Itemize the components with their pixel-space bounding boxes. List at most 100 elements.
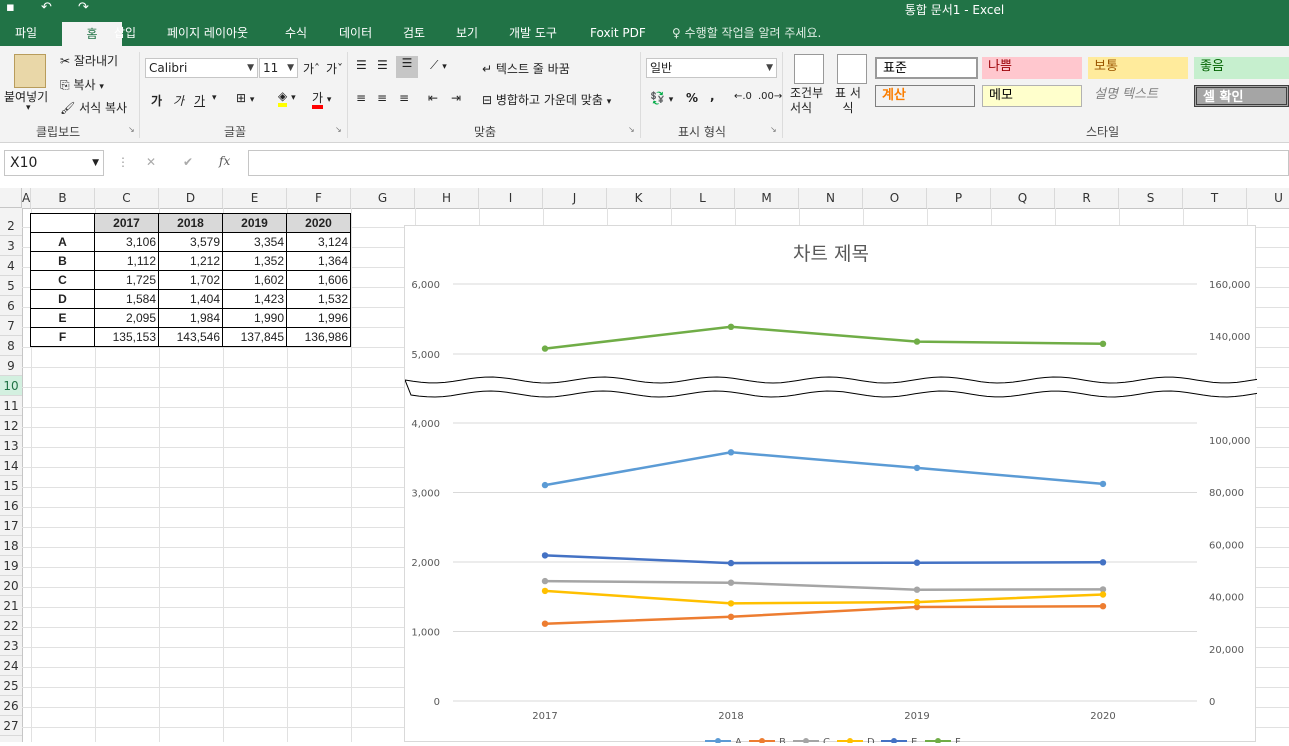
data-point-f[interactable]	[541, 345, 549, 352]
row-header-17[interactable]: 17	[0, 516, 22, 536]
row-header-23[interactable]: 23	[0, 636, 22, 656]
cancel-icon[interactable]: ✕	[146, 155, 156, 169]
series-line-b[interactable]	[544, 604, 1104, 625]
name-box[interactable]: X10 ▼	[4, 150, 104, 176]
data-point-e[interactable]	[541, 552, 549, 559]
merge-center-button[interactable]: ⊟ 병합하고 가운데 맞춤 ▾	[482, 91, 611, 108]
column-header-n[interactable]: N	[799, 188, 863, 208]
table-cell[interactable]: 1,702	[158, 270, 223, 290]
column-header-q[interactable]: Q	[991, 188, 1055, 208]
align-left-icon[interactable]: ≡	[356, 91, 366, 105]
table-row-label[interactable]: B	[30, 251, 95, 271]
select-all-corner[interactable]	[0, 188, 22, 208]
align-top-icon[interactable]: ☰	[356, 58, 367, 72]
column-header-g[interactable]: G	[351, 188, 415, 208]
row-header-11[interactable]: 11	[0, 396, 22, 416]
data-point-a[interactable]	[913, 464, 921, 472]
data-point-b[interactable]	[727, 613, 735, 620]
data-point-e[interactable]	[727, 559, 735, 567]
table-cell[interactable]: 137,845	[222, 327, 287, 347]
column-header-t[interactable]: T	[1183, 188, 1247, 208]
row-header-7[interactable]: 7	[0, 316, 22, 336]
row-header-5[interactable]: 5	[0, 276, 22, 296]
table-cell[interactable]: 3,124	[286, 232, 351, 252]
style-calculation[interactable]: 계산	[875, 85, 975, 107]
style-explanatory[interactable]: 설명 텍스트	[1088, 85, 1188, 107]
column-header-o[interactable]: O	[863, 188, 927, 208]
number-launcher-icon[interactable]: ↘	[770, 125, 777, 134]
column-header-d[interactable]: D	[159, 188, 223, 208]
save-icon[interactable]: ▪	[6, 0, 15, 15]
row-header-14[interactable]: 14	[0, 456, 22, 476]
italic-button[interactable]: 가	[173, 92, 184, 109]
row-header-19[interactable]: 19	[0, 556, 22, 576]
table-corner-cell[interactable]	[30, 213, 95, 233]
table-cell[interactable]: 2,095	[94, 308, 159, 328]
accounting-icon[interactable]: 💱 ▾	[650, 91, 673, 105]
column-header-c[interactable]: C	[95, 188, 159, 208]
column-header-p[interactable]: P	[927, 188, 991, 208]
font-size-combo[interactable]: 11 ▼	[259, 58, 298, 78]
table-cell[interactable]: 1,990	[222, 308, 287, 328]
underline-button[interactable]: 가	[194, 92, 205, 109]
table-cell[interactable]: 1,112	[94, 251, 159, 271]
font-name-combo[interactable]: Calibri ▼	[145, 58, 258, 78]
bold-button[interactable]: 가	[151, 92, 162, 109]
tab-file[interactable]: 파일	[6, 20, 46, 46]
format-as-table-icon[interactable]	[837, 54, 867, 84]
table-cell[interactable]: 1,404	[158, 289, 223, 309]
tab-formulas[interactable]: 수식	[276, 20, 316, 46]
column-header-u[interactable]: U	[1247, 188, 1289, 208]
row-header-24[interactable]: 24	[0, 656, 22, 676]
table-header-cell[interactable]: 2017	[94, 213, 159, 233]
grow-font-icon[interactable]: 가ˆ	[303, 60, 320, 77]
tab-data[interactable]: 데이터	[330, 20, 381, 46]
column-header-h[interactable]: H	[415, 188, 479, 208]
row-header-13[interactable]: 13	[0, 436, 22, 456]
legend-label-b[interactable]: B	[779, 737, 786, 746]
row-header-25[interactable]: 25	[0, 676, 22, 696]
legend-label-a[interactable]: A	[735, 737, 742, 746]
style-check-cell[interactable]: 셀 확인	[1194, 85, 1289, 107]
row-header-22[interactable]: 22	[0, 616, 22, 636]
series-line-c[interactable]	[544, 579, 1104, 591]
series-line-f[interactable]	[544, 325, 1104, 350]
column-header-b[interactable]: B	[31, 188, 95, 208]
data-point-a[interactable]	[727, 449, 735, 456]
column-header-l[interactable]: L	[671, 188, 735, 208]
column-header-i[interactable]: I	[479, 188, 543, 208]
table-cell[interactable]: 3,106	[94, 232, 159, 252]
decrease-decimal-icon[interactable]: .00→	[758, 91, 782, 102]
row-header-8[interactable]: 8	[0, 336, 22, 356]
row-header-16[interactable]: 16	[0, 496, 22, 516]
data-point-c[interactable]	[727, 579, 735, 586]
wrap-text-button[interactable]: ↵ 텍스트 줄 바꿈	[482, 60, 570, 77]
clipboard-launcher-icon[interactable]: ↘	[128, 125, 135, 134]
data-point-c[interactable]	[541, 577, 549, 585]
series-line-d[interactable]	[544, 589, 1104, 605]
border-icon[interactable]: ⊞ ▾	[236, 91, 254, 105]
decrease-indent-icon[interactable]: ⇤	[428, 91, 438, 105]
format-as-table-button[interactable]: 표 서식	[834, 86, 862, 116]
column-header-k[interactable]: K	[607, 188, 671, 208]
column-header-f[interactable]: F	[287, 188, 351, 208]
table-cell[interactable]: 1,532	[286, 289, 351, 309]
tell-me-box[interactable]: ♀ 수행할 작업을 알려 주세요.	[672, 20, 821, 46]
table-cell[interactable]: 1,984	[158, 308, 223, 328]
style-good[interactable]: 좋음	[1194, 57, 1289, 79]
legend-label-c[interactable]: C	[823, 737, 830, 746]
conditional-format-button[interactable]: 조건부 서식	[790, 86, 828, 116]
table-cell[interactable]: 1,725	[94, 270, 159, 290]
chart-title[interactable]: 차트 제목	[793, 243, 869, 265]
data-point-e[interactable]	[1099, 559, 1107, 566]
formula-input[interactable]	[248, 150, 1289, 176]
row-header-26[interactable]: 26	[0, 696, 22, 716]
table-cell[interactable]: 3,354	[222, 232, 287, 252]
data-point-c[interactable]	[913, 586, 921, 593]
underline-dropdown-icon[interactable]: ▾	[212, 93, 217, 103]
data-point-a[interactable]	[1099, 480, 1107, 488]
data-point-d[interactable]	[541, 587, 549, 595]
table-cell[interactable]: 1,996	[286, 308, 351, 328]
table-cell[interactable]: 135,153	[94, 327, 159, 347]
align-center-icon[interactable]: ≡	[377, 91, 387, 105]
